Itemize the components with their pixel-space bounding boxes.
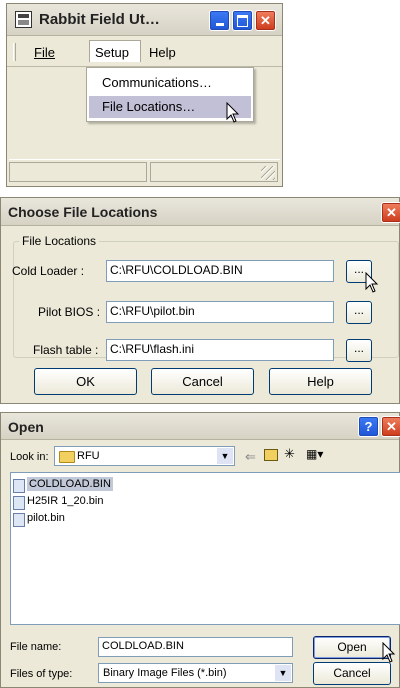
menu-setup-label[interactable]: Setup	[95, 45, 129, 60]
list-item[interactable]: H25IR 1_20.bin	[13, 494, 153, 510]
file-locations-dialog: Choose File Locations ✕ File Locations C…	[0, 197, 400, 404]
flash-table-label: Flash table :	[33, 343, 99, 357]
file-icon	[13, 513, 25, 527]
file-locations-titlebar: Choose File Locations ✕	[1, 198, 400, 226]
help-question-icon: ?	[364, 419, 373, 434]
file-icon	[13, 479, 25, 493]
menu-grip	[13, 43, 16, 61]
pilot-bios-field[interactable]: C:\RFU\pilot.bin	[106, 301, 334, 323]
look-in-label: Look in:	[10, 451, 49, 463]
open-titlebar: Open ? ✕	[1, 413, 400, 440]
open-button[interactable]: Open	[313, 636, 391, 659]
file-name-selected: COLDLOAD.BIN	[27, 477, 113, 491]
cancel-button[interactable]: Cancel	[313, 662, 391, 685]
file-name: H25IR 1_20.bin	[27, 495, 104, 507]
help-button[interactable]: Help	[269, 368, 372, 395]
cancel-button[interactable]: Cancel	[151, 368, 254, 395]
look-in-value: RFU	[77, 450, 100, 462]
dropdown-arrow-icon[interactable]: ▼	[217, 448, 233, 464]
file-name-label: File name:	[10, 641, 62, 653]
view-menu-icon[interactable]: ▦▾	[306, 447, 328, 461]
help-title-button[interactable]: ?	[358, 416, 379, 437]
menu-help[interactable]: Help	[149, 45, 176, 60]
files-of-type-value: Binary Image Files (*.bin)	[103, 667, 227, 679]
app-titlebar: Rabbit Field Ut… ✕	[7, 4, 282, 36]
file-name-field[interactable]: COLDLOAD.BIN	[98, 637, 293, 657]
dropdown-arrow-icon[interactable]: ▼	[275, 665, 291, 681]
ok-button[interactable]: OK	[34, 368, 137, 395]
file-name: pilot.bin	[27, 512, 65, 524]
app-window: Rabbit Field Ut… ✕ File Setup Help Commu…	[6, 3, 283, 187]
open-dialog: Open ? ✕ Look in: RFU ▼ ⇐ ✳ ▦▾ COLDLOAD.…	[0, 412, 400, 688]
menu-item-file-locations[interactable]: File Locations…	[102, 99, 195, 114]
close-button[interactable]: ✕	[255, 10, 276, 31]
close-button[interactable]: ✕	[381, 416, 400, 437]
close-button[interactable]: ✕	[381, 202, 400, 223]
size-grip-icon[interactable]	[261, 166, 275, 180]
status-pane-1	[9, 162, 147, 182]
cold-loader-field[interactable]: C:\RFU\COLDLOAD.BIN	[106, 260, 334, 282]
status-bar	[9, 159, 280, 185]
group-label: File Locations	[19, 234, 100, 248]
folder-icon	[59, 451, 75, 463]
maximize-button[interactable]	[232, 10, 253, 31]
file-icon	[13, 496, 25, 510]
new-folder-icon[interactable]: ✳	[284, 447, 300, 461]
list-item[interactable]: COLDLOAD.BIN	[13, 477, 153, 493]
flash-table-field[interactable]: C:\RFU\flash.ini	[106, 339, 334, 361]
files-of-type-label: Files of type:	[10, 668, 73, 680]
menu-file[interactable]: File	[34, 45, 55, 60]
app-icon	[15, 11, 32, 28]
cold-loader-label: Cold Loader :	[12, 264, 85, 278]
open-title: Open	[8, 419, 44, 435]
look-in-select[interactable]: RFU ▼	[54, 446, 235, 466]
files-of-type-select[interactable]: Binary Image Files (*.bin) ▼	[98, 663, 293, 683]
close-icon: ✕	[386, 205, 397, 220]
close-icon: ✕	[386, 419, 397, 434]
list-item[interactable]: pilot.bin	[13, 511, 153, 527]
status-pane-2	[150, 162, 278, 182]
pilot-bios-browse-button[interactable]: ...	[346, 301, 372, 324]
minimize-button[interactable]	[209, 10, 230, 31]
maximize-icon	[237, 15, 248, 27]
menu-item-communications[interactable]: Communications…	[102, 75, 212, 90]
up-folder-icon[interactable]	[264, 449, 278, 461]
close-icon: ✕	[260, 13, 271, 28]
file-locations-title: Choose File Locations	[8, 204, 158, 220]
minimize-icon	[215, 23, 224, 26]
menu-bar: File Setup Help	[7, 37, 282, 67]
back-icon[interactable]: ⇐	[245, 449, 256, 465]
file-list[interactable]: COLDLOAD.BIN H25IR 1_20.bin pilot.bin	[10, 472, 400, 625]
app-title: Rabbit Field Ut…	[39, 11, 160, 28]
flash-table-browse-button[interactable]: ...	[346, 339, 372, 362]
pilot-bios-label: Pilot BIOS :	[38, 305, 101, 319]
